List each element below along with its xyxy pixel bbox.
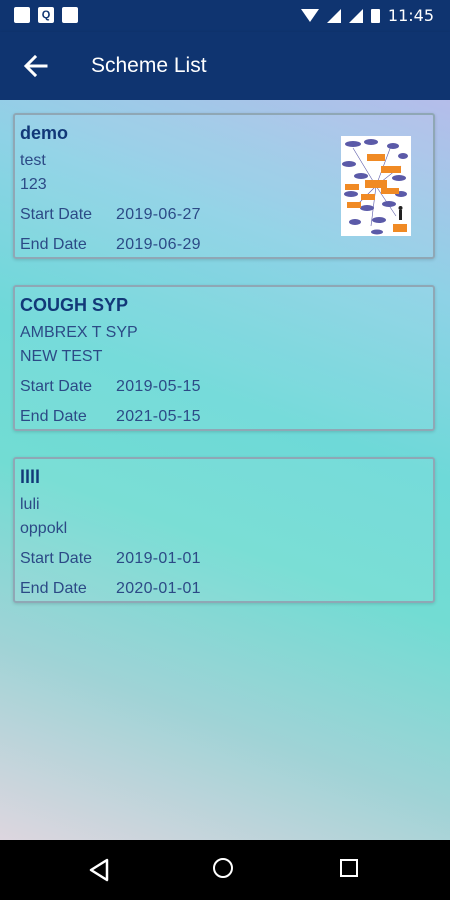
scheme-card[interactable]: llll luli oppokl Start Date 2019-01-01 E…	[13, 457, 435, 603]
end-date-value: 2019-06-29	[116, 236, 201, 253]
end-date-label: End Date	[20, 236, 87, 253]
scheme-code: NEW TEST	[20, 348, 103, 365]
nav-recents-button[interactable]	[340, 859, 358, 877]
signal-icon	[348, 8, 363, 23]
scheme-name: COUGH SYP	[20, 295, 129, 315]
scheme-code: 123	[20, 176, 47, 193]
end-date-label: End Date	[20, 580, 87, 597]
end-date-value: 2021-05-15	[116, 408, 201, 425]
scheme-card[interactable]: demo test 123 Start Date 2019-06-27 End …	[13, 113, 435, 259]
start-date-value: 2019-05-15	[116, 378, 201, 395]
image-icon	[62, 7, 78, 23]
start-date-value: 2019-01-01	[116, 550, 201, 567]
scheme-name: demo	[20, 123, 69, 143]
app-bar: Scheme List	[0, 32, 450, 100]
page-title: Scheme List	[91, 54, 207, 77]
scheme-description: test	[20, 152, 46, 169]
start-date-value: 2019-06-27	[116, 206, 201, 223]
scheme-description: luli	[20, 496, 40, 513]
sim-card-icon	[14, 7, 30, 23]
scheme-name: llll	[20, 467, 41, 487]
wifi-icon	[300, 9, 319, 22]
start-date-label: Start Date	[20, 550, 93, 567]
scheme-card[interactable]: COUGH SYP AMBREX T SYP NEW TEST Start Da…	[13, 285, 435, 431]
status-right-icons: 11:45	[300, 6, 434, 25]
nav-back-button[interactable]	[88, 858, 110, 887]
q-app-icon: Q	[38, 7, 54, 23]
nav-back-icon	[89, 858, 109, 882]
signal-icon	[326, 8, 341, 23]
scheme-code: oppokl	[20, 520, 68, 537]
start-date-label: Start Date	[20, 378, 93, 395]
end-date-label: End Date	[20, 408, 87, 425]
arrow-left-icon	[23, 54, 48, 78]
mindmap-thumbnail-image	[341, 136, 411, 236]
back-button[interactable]	[22, 52, 50, 80]
navigation-bar	[0, 840, 450, 900]
scheme-description: AMBREX T SYP	[20, 324, 138, 341]
scheme-thumbnail[interactable]	[341, 136, 411, 236]
status-time: 11:45	[387, 6, 434, 25]
nav-home-button[interactable]	[213, 858, 233, 878]
start-date-label: Start Date	[20, 206, 93, 223]
battery-icon	[370, 8, 380, 23]
scheme-list: demo test 123 Start Date 2019-06-27 End …	[0, 100, 450, 840]
end-date-value: 2020-01-01	[116, 580, 201, 597]
status-bar: Q 11:45	[0, 0, 450, 32]
status-left-icons: Q	[14, 7, 78, 23]
